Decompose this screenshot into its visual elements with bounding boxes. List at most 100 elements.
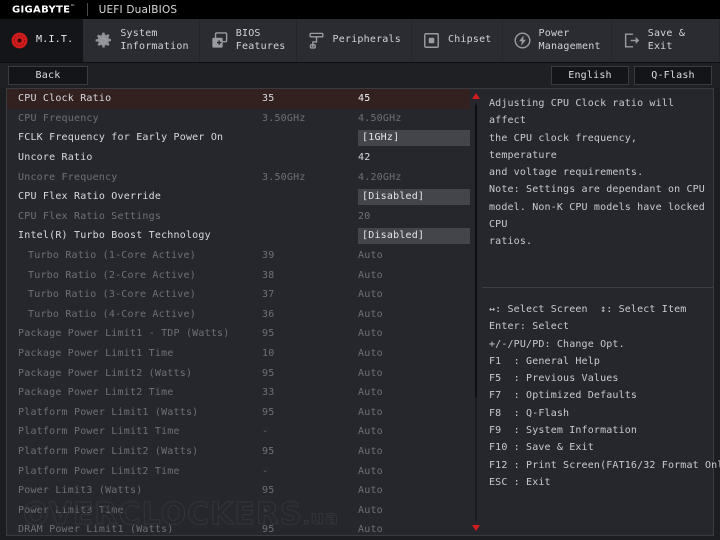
shortcut-item: F5 : Previous Values	[489, 373, 619, 385]
setting-current-value: -	[262, 504, 269, 516]
setting-current-value: 39	[262, 250, 275, 262]
setting-selected-value[interactable]: Auto	[358, 328, 383, 339]
settings-scrollbar[interactable]	[470, 88, 482, 536]
connector-icon	[309, 32, 324, 49]
tab-m-i-t[interactable]: M.I.T.	[0, 19, 85, 62]
tab-peripherals[interactable]: Peripherals	[296, 19, 412, 62]
setting-row[interactable]: Power Limit3 Time - Auto	[7, 500, 470, 520]
shortcut-item: ESC : Exit	[489, 476, 551, 488]
shortcut-item: F8 : Q-Flash	[489, 407, 570, 419]
setting-selected-value[interactable]: Auto	[358, 250, 383, 261]
setting-selected-value[interactable]: [Disabled]	[358, 227, 470, 244]
setting-selected-value[interactable]: Auto	[358, 505, 383, 516]
setting-row[interactable]: Package Power Limit2 (Watts) 95 Auto	[7, 363, 470, 383]
tab-label: Chipset	[447, 34, 492, 46]
tab-power-management[interactable]: Power Management	[502, 19, 612, 62]
setting-label: Turbo Ratio (2-Core Active)	[28, 269, 196, 281]
setting-row[interactable]: Turbo Ratio (3-Core Active) 37 Auto	[7, 285, 470, 305]
setting-row[interactable]: Platform Power Limit1 (Watts) 95 Auto	[7, 403, 470, 423]
setting-selected-value[interactable]: 45	[358, 93, 370, 104]
setting-label: Uncore Frequency	[18, 171, 118, 183]
settings-list: CPU Clock Ratio 35 45 CPU Frequency 3.50GHz 4…	[7, 89, 470, 536]
exit-arrow-icon	[624, 33, 639, 48]
main-tab-bar: M.I.T. System Information BIOS Features Per…	[0, 19, 720, 63]
setting-row[interactable]: Package Power Limit1 - TDP (Watts) 95 Auto	[7, 324, 470, 344]
scroll-up-arrow-icon[interactable]	[472, 93, 480, 99]
setting-current-value: 95	[262, 524, 275, 536]
setting-selected-value[interactable]: Auto	[358, 348, 383, 359]
setting-row[interactable]: FCLK Frequency for Early Power On [1GHz]	[7, 128, 470, 148]
setting-label: Turbo Ratio (4-Core Active)	[28, 308, 196, 320]
qflash-button[interactable]: Q-Flash	[634, 66, 712, 85]
tab-save-exit[interactable]: Save & Exit	[611, 19, 720, 62]
setting-selected-value[interactable]: Auto	[358, 446, 383, 457]
setting-selected-value[interactable]: Auto	[358, 524, 383, 535]
setting-selected-value[interactable]: 20	[358, 211, 370, 222]
scroll-down-arrow-icon[interactable]	[472, 525, 480, 531]
tab-bios-features[interactable]: BIOS Features	[199, 19, 297, 62]
setting-row[interactable]: CPU Flex Ratio Override [Disabled]	[7, 187, 470, 207]
back-button[interactable]: Back	[8, 66, 88, 85]
setting-label: Intel(R) Turbo Boost Technology	[18, 230, 211, 242]
setting-label: DRAM Power Limit1 (Watts)	[18, 524, 174, 536]
chip-stack-icon	[212, 32, 228, 48]
shortcut-item: F12 : Print Screen(FAT16/32 Format Only)	[489, 459, 720, 471]
setting-selected-value[interactable]: Auto	[358, 270, 383, 281]
setting-selected-value[interactable]: Auto	[358, 466, 383, 477]
setting-label: Power Limit3 Time	[18, 504, 124, 516]
setting-current-value: -	[262, 465, 269, 477]
setting-row[interactable]: Turbo Ratio (2-Core Active) 38 Auto	[7, 265, 470, 285]
setting-row[interactable]: CPU Frequency 3.50GHz 4.50GHz	[7, 109, 470, 129]
setting-selected-value[interactable]: Auto	[358, 407, 383, 418]
tab-label: Power Management	[538, 28, 601, 52]
language-button[interactable]: English	[551, 66, 629, 85]
setting-row[interactable]: Uncore Frequency 3.50GHz 4.20GHz	[7, 167, 470, 187]
setting-label: Platform Power Limit2 (Watts)	[18, 445, 199, 457]
setting-row[interactable]: Intel(R) Turbo Boost Technology [Disabled…	[7, 226, 470, 246]
setting-row[interactable]: Platform Power Limit1 Time - Auto	[7, 422, 470, 442]
setting-row[interactable]: Turbo Ratio (4-Core Active) 36 Auto	[7, 305, 470, 325]
setting-row[interactable]: Turbo Ratio (1-Core Active) 39 Auto	[7, 246, 470, 266]
setting-selected-value[interactable]: 4.50GHz	[358, 113, 402, 124]
brand-subtitle: UEFI DualBIOS	[98, 3, 178, 16]
bios-screen: GIGABYTE™ UEFI DualBIOS M.I.T. System Inf…	[0, 0, 720, 540]
setting-row[interactable]: CPU Clock Ratio 35 45	[7, 89, 470, 109]
setting-selected-value[interactable]: [1GHz]	[358, 129, 470, 146]
setting-label: Uncore Ratio	[18, 152, 93, 164]
setting-current-value: 35	[262, 93, 275, 105]
setting-row[interactable]: Platform Power Limit2 (Watts) 95 Auto	[7, 442, 470, 462]
setting-selected-value[interactable]: 42	[358, 152, 370, 163]
shortcut-item: ↔: Select Screen ↕: Select Item	[489, 304, 687, 315]
trademark-symbol: ™	[70, 3, 76, 10]
setting-row[interactable]: Package Power Limit2 Time 33 Auto	[7, 383, 470, 403]
tab-system-information[interactable]: System Information	[84, 19, 200, 62]
setting-current-value: 38	[262, 269, 275, 281]
tab-chipset[interactable]: Chipset	[411, 19, 503, 62]
setting-current-value: 33	[262, 387, 275, 399]
setting-current-value: 3.50GHz	[262, 171, 306, 183]
setting-row[interactable]: Platform Power Limit2 Time - Auto	[7, 461, 470, 481]
setting-selected-value[interactable]: Auto	[358, 309, 383, 320]
setting-row[interactable]: Uncore Ratio 42	[7, 148, 470, 168]
setting-current-value: 36	[262, 308, 275, 320]
setting-row[interactable]: Package Power Limit1 Time 10 Auto	[7, 344, 470, 364]
setting-selected-value[interactable]: Auto	[358, 485, 383, 496]
setting-row[interactable]: Power Limit3 (Watts) 95 Auto	[7, 481, 470, 501]
setting-current-value: -	[262, 426, 269, 438]
scrollbar-thumb[interactable]	[475, 105, 477, 397]
help-panel: Adjusting CPU Clock ratio will affect th…	[482, 88, 720, 536]
chipset-icon	[424, 33, 439, 48]
setting-label: Platform Power Limit2 Time	[18, 465, 180, 477]
setting-row[interactable]: DRAM Power Limit1 (Watts) 95 Auto	[7, 520, 470, 536]
setting-current-value: 3.50GHz	[262, 112, 306, 124]
setting-row[interactable]: CPU Flex Ratio Settings 20	[7, 207, 470, 227]
setting-selected-value[interactable]: [Disabled]	[358, 188, 470, 205]
help-divider	[482, 287, 713, 288]
tab-label: BIOS Features	[235, 28, 286, 52]
tab-label: Save & Exit	[647, 28, 686, 52]
setting-selected-value[interactable]: Auto	[358, 368, 383, 379]
setting-selected-value[interactable]: Auto	[358, 289, 383, 300]
setting-selected-value[interactable]: Auto	[358, 426, 383, 437]
setting-selected-value[interactable]: Auto	[358, 387, 383, 398]
setting-selected-value[interactable]: 4.20GHz	[358, 172, 402, 183]
